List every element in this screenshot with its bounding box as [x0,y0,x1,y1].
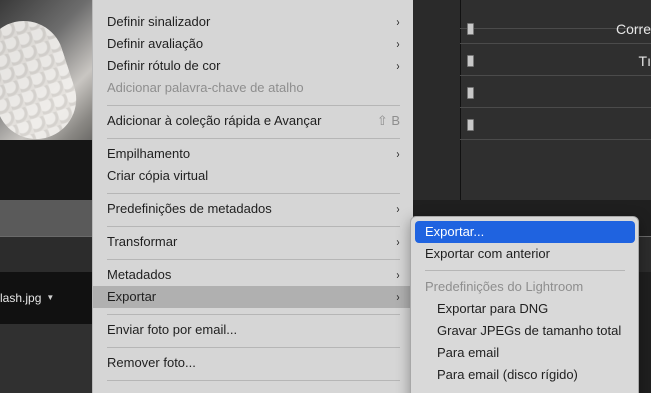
submenu-item-label: Gravar JPEGs de tamanho total [437,323,622,338]
shortcut-hint: ⇧ B [376,113,400,128]
filename-dropdown[interactable]: lash.jpg ▼ [0,291,54,305]
menu-separator [107,380,400,381]
menu-item-stacking[interactable]: Empilhamento › [93,143,414,165]
chevron-right-icon: › [396,235,400,249]
menu-item-add-quick-collection[interactable]: Adicionar à coleção rápida e Avançar ⇧ B [93,110,414,132]
menu-item-label: Remover foto... [107,355,196,370]
panel-toggle-icon[interactable] [467,55,474,67]
panel-toggle-icon[interactable] [467,23,474,35]
photo-shadow [0,140,92,200]
filmstrip-gap [0,200,92,236]
menu-item-label: Adicionar à coleção rápida e Avançar [107,113,322,128]
panel-toggle-icon[interactable] [467,119,474,131]
submenu-item-full-size-jpeg[interactable]: Gravar JPEGs de tamanho total [415,320,635,342]
caret-down-icon: ▼ [46,293,55,302]
panel-label: Corre [615,21,651,37]
menu-item-export[interactable]: Exportar › [93,286,414,308]
menu-item-label: Metadados [107,267,172,282]
menu-item-label: Definir avaliação [107,36,204,51]
panel-row-tone[interactable]: Tı [460,47,651,76]
menu-separator [107,226,400,227]
chevron-right-icon: › [396,147,400,161]
submenu-item-export[interactable]: Exportar... [415,221,635,243]
panel-row[interactable] [460,79,651,108]
filename-label: lash.jpg [0,291,42,305]
menu-item-label: Definir rótulo de cor [107,58,221,73]
panel-toggle-icon[interactable] [467,87,474,99]
menu-item-set-rating[interactable]: Definir avaliação › [93,33,414,55]
menu-separator [107,347,400,348]
menu-separator [107,314,400,315]
filmstrip-toolbar [0,236,92,272]
export-submenu: Exportar... Exportar com anterior Predef… [410,216,639,393]
submenu-header-label: Predefinições do Lightroom [425,279,584,294]
chevron-right-icon: › [396,290,400,304]
submenu-separator [425,270,625,271]
chevron-right-icon: › [396,59,400,73]
menu-item-label: Definir sinalizador [107,14,211,29]
submenu-item-export-with-previous[interactable]: Exportar com anterior [415,243,635,265]
chevron-right-icon: › [396,37,400,51]
menu-item-create-virtual-copy[interactable]: Criar cópia virtual [93,165,414,187]
submenu-header-lightroom-presets: Predefinições do Lightroom [415,276,635,298]
menu-item-set-flag[interactable]: Definir sinalizador › [93,11,414,33]
menu-item-add-shortcut-keyword: Adicionar palavra-chave de atalho [93,77,414,99]
panel-row-correction[interactable]: Corre [460,15,651,44]
menu-item-label: Transformar [107,234,178,249]
menu-separator [107,193,400,194]
menu-item-email-photo[interactable]: Enviar foto por email... [93,319,414,341]
submenu-item-label: Exportar com anterior [425,246,550,261]
menu-item-label: Enviar foto por email... [107,322,238,337]
menu-item-label: Criar cópia virtual [107,168,209,183]
photo-lace-detail [0,10,87,150]
panel-label: Tı [638,53,651,69]
menu-item-set-color-label[interactable]: Definir rótulo de cor › [93,55,414,77]
chevron-right-icon: › [396,268,400,282]
submenu-item-export-dng[interactable]: Exportar para DNG [415,298,635,320]
submenu-item-label: Para email [437,345,500,360]
menu-item-transform[interactable]: Transformar › [93,231,414,253]
photo-preview [0,0,92,200]
menu-item-label: Adicionar palavra-chave de atalho [107,80,304,95]
submenu-item-label: Exportar... [425,224,485,239]
menu-separator [107,138,400,139]
submenu-item-for-email[interactable]: Para email [415,342,635,364]
menu-item-metadata-presets[interactable]: Predefinições de metadados › [93,198,414,220]
submenu-item-for-email-hard-drive[interactable]: Para email (disco rígido) [415,364,635,386]
menu-item-metadata[interactable]: Metadados › [93,264,414,286]
menu-separator [107,105,400,106]
menu-item-remove-photo[interactable]: Remover foto... [93,352,414,374]
menu-item-label: Predefinições de metadados [107,201,272,216]
menu-item-label: Empilhamento [107,146,191,161]
menu-separator [107,259,400,260]
submenu-item-label: Para email (disco rígido) [437,367,578,382]
context-menu: Definir sinalizador › Definir avaliação … [92,0,414,393]
chevron-right-icon: › [396,15,400,29]
panel-row[interactable] [460,111,651,140]
submenu-item-label: Exportar para DNG [437,301,549,316]
menu-item-label: Exportar [107,289,157,304]
filmstrip-area [0,324,92,393]
chevron-right-icon: › [396,202,400,216]
